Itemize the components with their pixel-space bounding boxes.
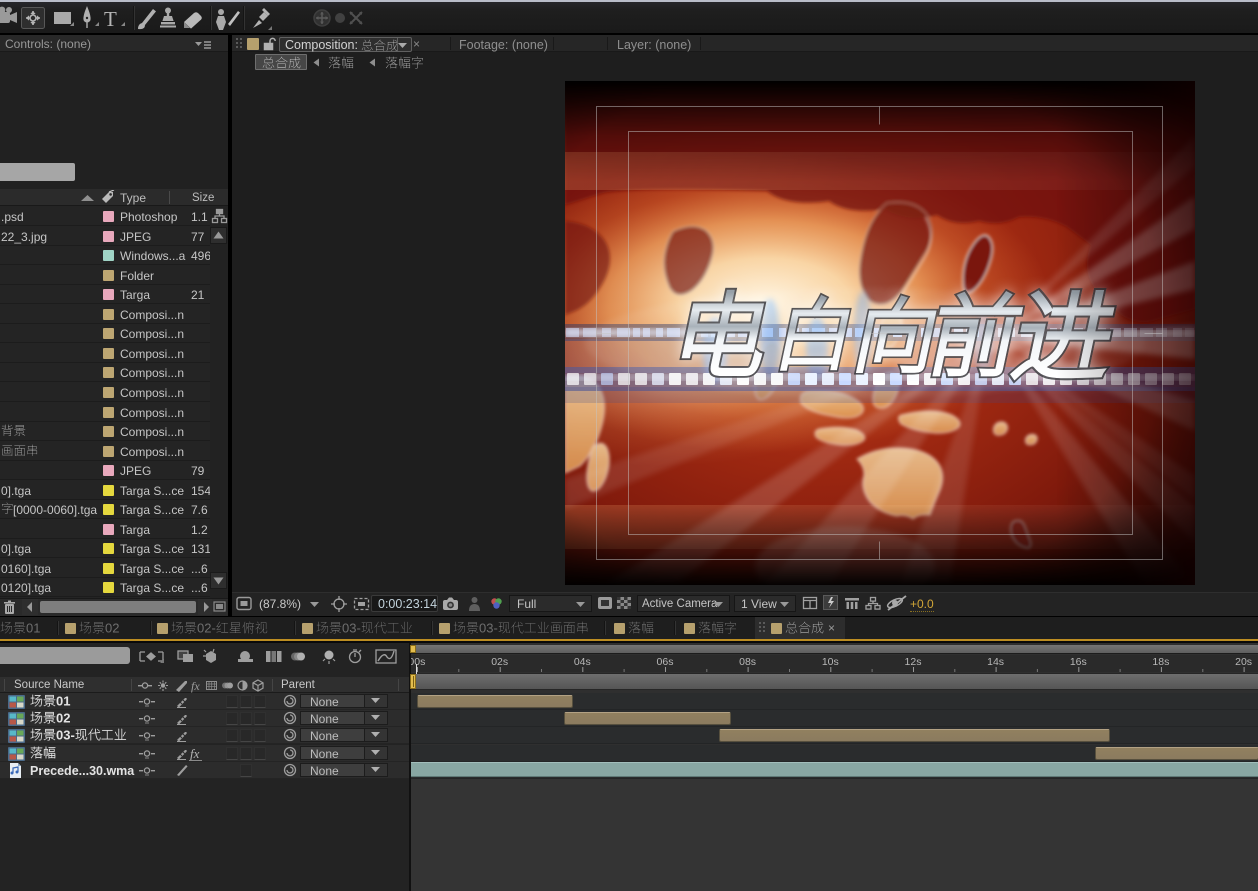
- svg-text:T: T: [104, 7, 117, 31]
- svg-text:03-: 03-: [342, 620, 361, 635]
- svg-text:18s: 18s: [1152, 656, 1169, 668]
- svg-text:02: 02: [105, 620, 119, 635]
- svg-text:20s: 20s: [1235, 656, 1252, 668]
- svg-text:02: 02: [56, 710, 70, 725]
- svg-text:01: 01: [56, 693, 70, 708]
- svg-text:02-: 02-: [197, 620, 216, 635]
- svg-text:06s: 06s: [657, 656, 674, 668]
- svg-text:):00s: ):00s: [411, 656, 425, 668]
- svg-text:01: 01: [26, 620, 40, 635]
- svg-text:10s: 10s: [822, 656, 839, 668]
- svg-text:16s: 16s: [1070, 656, 1087, 668]
- svg-text:03-: 03-: [479, 620, 498, 635]
- svg-text:03-: 03-: [56, 727, 75, 742]
- svg-text:14s: 14s: [987, 656, 1004, 668]
- svg-text:12s: 12s: [905, 656, 922, 668]
- svg-text:02s: 02s: [491, 656, 508, 668]
- svg-text:fx: fx: [191, 679, 200, 693]
- svg-text:08s: 08s: [739, 656, 756, 668]
- svg-text:04s: 04s: [574, 656, 591, 668]
